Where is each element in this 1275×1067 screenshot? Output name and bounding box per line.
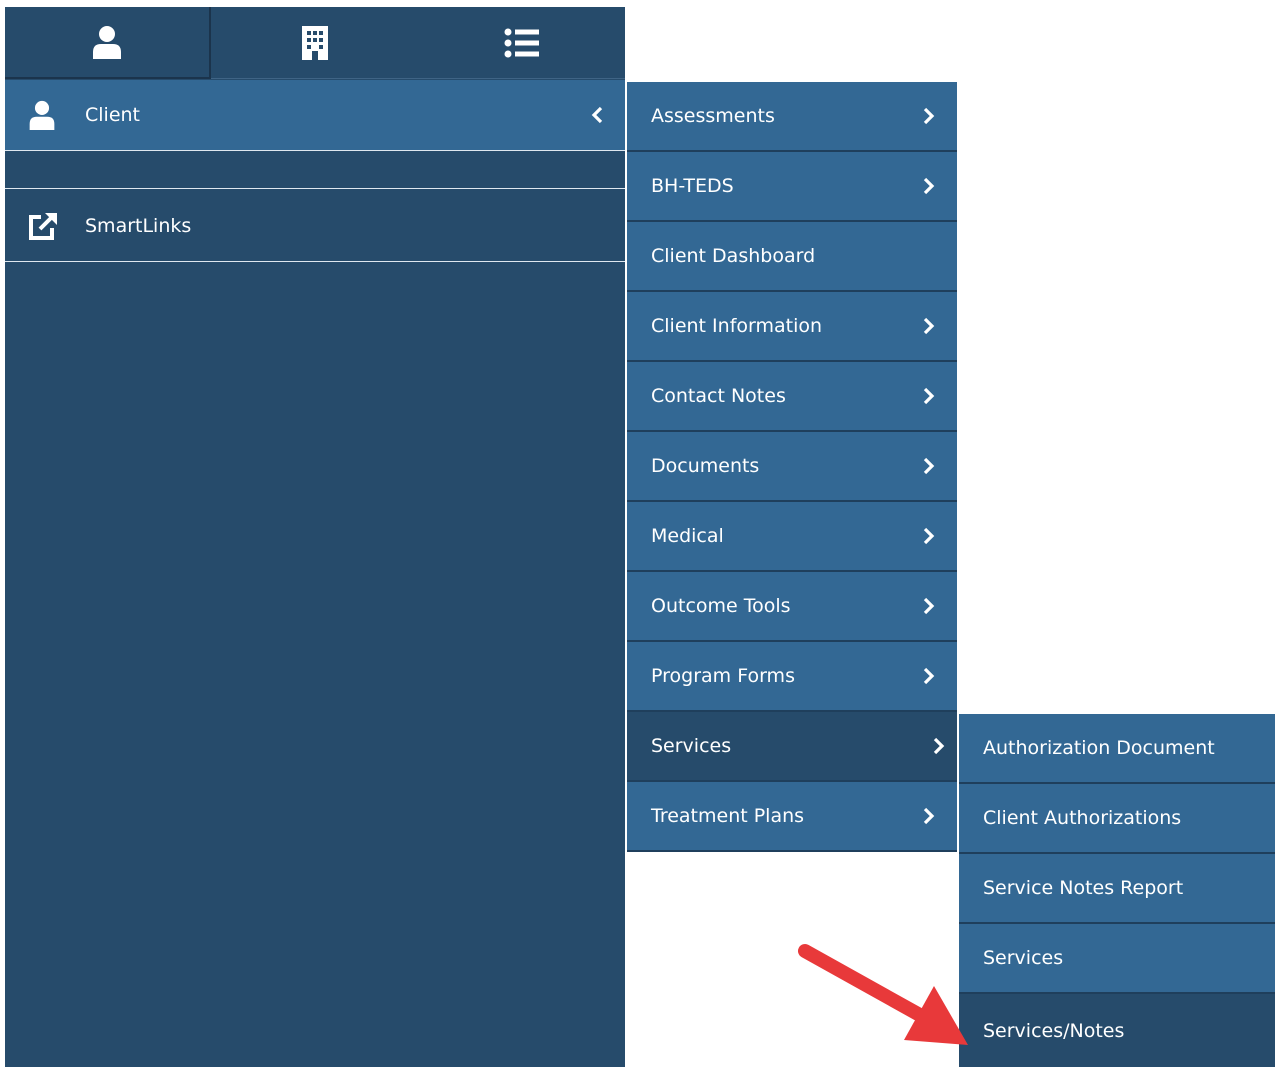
menu-item-bh-teds[interactable]: BH-TEDS: [627, 152, 957, 222]
chevron-right-icon: [923, 807, 935, 825]
menu-item-treatment-plans[interactable]: Treatment Plans: [627, 782, 957, 852]
submenu-item-authorization-document[interactable]: Authorization Document: [959, 714, 1275, 784]
menu-item-client-dashboard[interactable]: Client Dashboard: [627, 222, 957, 292]
chevron-right-icon: [923, 317, 935, 335]
chevron-right-icon: [923, 597, 935, 615]
menu-item-label: Outcome Tools: [651, 595, 791, 617]
menu-item-label: Documents: [651, 455, 760, 477]
chevron-right-icon: [923, 667, 935, 685]
menu-item-label: BH-TEDS: [651, 175, 734, 197]
tab-client[interactable]: [5, 7, 211, 79]
menu-item-label: Client Information: [651, 315, 823, 337]
menu-item-program-forms[interactable]: Program Forms: [627, 642, 957, 712]
chevron-right-icon: [923, 527, 935, 545]
sidebar-item-label: SmartLinks: [85, 214, 192, 237]
chevron-right-icon: [923, 387, 935, 405]
menu-item-label: Client Authorizations: [983, 807, 1182, 829]
menu-item-assessments[interactable]: Assessments: [627, 82, 957, 152]
external-link-icon: [27, 211, 59, 241]
sidebar-item-smartlinks[interactable]: SmartLinks: [5, 190, 625, 262]
sidebar-item-client[interactable]: Client: [5, 80, 625, 151]
menu-item-documents[interactable]: Documents: [627, 432, 957, 502]
sidebar-tabs: [5, 7, 625, 79]
menu-item-label: Treatment Plans: [651, 805, 805, 827]
menu-item-label: Assessments: [651, 105, 775, 127]
menu-item-label: Services: [651, 735, 732, 757]
client-flyout-menu: Assessments BH-TEDS Client Dashboard Cli…: [627, 82, 957, 852]
building-icon: [301, 25, 328, 60]
person-icon: [93, 26, 121, 59]
submenu-item-client-authorizations[interactable]: Client Authorizations: [959, 784, 1275, 854]
menu-item-client-information[interactable]: Client Information: [627, 292, 957, 362]
left-sidebar: Client SmartLinks: [5, 7, 625, 1067]
tab-my-office[interactable]: [418, 7, 625, 79]
sidebar-spacer: [5, 152, 625, 189]
chevron-right-icon: [923, 177, 935, 195]
chevron-right-icon: [933, 737, 945, 755]
list-icon: [504, 28, 539, 57]
submenu-item-service-notes-report[interactable]: Service Notes Report: [959, 854, 1275, 924]
menu-item-outcome-tools[interactable]: Outcome Tools: [627, 572, 957, 642]
menu-item-medical[interactable]: Medical: [627, 502, 957, 572]
sidebar-item-label: Client: [85, 104, 141, 126]
menu-item-label: Client Dashboard: [651, 245, 816, 267]
services-submenu: Authorization Document Client Authorizat…: [959, 714, 1275, 1067]
chevron-right-icon: [923, 107, 935, 125]
menu-item-label: Medical: [651, 525, 724, 547]
menu-item-label: Contact Notes: [651, 385, 786, 407]
menu-item-contact-notes[interactable]: Contact Notes: [627, 362, 957, 432]
tab-organization[interactable]: [211, 7, 418, 79]
submenu-item-services[interactable]: Services: [959, 924, 1275, 994]
person-icon: [27, 100, 57, 130]
menu-item-services[interactable]: Services: [627, 712, 957, 782]
menu-item-label: Authorization Document: [983, 737, 1215, 759]
chevron-right-icon: [923, 457, 935, 475]
menu-item-label: Services/Notes: [983, 1019, 1125, 1042]
menu-item-label: Services: [983, 947, 1064, 969]
menu-item-label: Service Notes Report: [983, 877, 1184, 899]
chevron-left-icon[interactable]: [591, 106, 603, 124]
submenu-item-services-notes[interactable]: Services/Notes: [959, 994, 1275, 1067]
menu-item-label: Program Forms: [651, 665, 795, 687]
